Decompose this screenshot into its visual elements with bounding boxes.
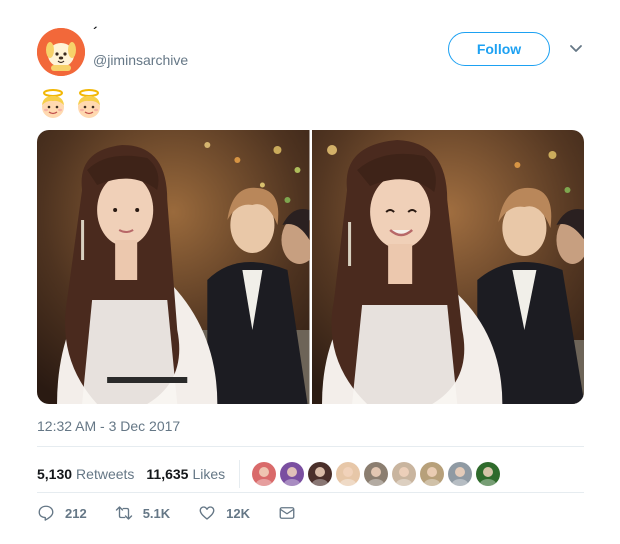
likes-label[interactable]: Likes — [192, 466, 225, 482]
angel-face-emoji-icon — [42, 89, 64, 118]
reply-count: 212 — [65, 505, 87, 521]
follow-button[interactable]: Follow — [448, 32, 550, 66]
angel-face-emoji-icon — [78, 89, 100, 118]
retweet-icon — [115, 506, 132, 520]
liker-avatar[interactable] — [280, 462, 305, 486]
display-name[interactable]: ´ — [93, 24, 98, 40]
reply-icon — [38, 505, 54, 521]
heart-icon — [199, 506, 215, 520]
liker-avatar[interactable] — [448, 462, 473, 486]
retweets-count[interactable]: 5,130 — [37, 466, 72, 482]
reply-button[interactable]: 212 — [37, 504, 87, 522]
chevron-down-icon[interactable] — [568, 40, 584, 56]
liker-avatar[interactable] — [252, 462, 277, 486]
avatar-dog-icon — [37, 28, 85, 76]
avatar[interactable] — [37, 28, 85, 76]
retweets-label[interactable]: Retweets — [76, 466, 134, 482]
direct-message-button[interactable] — [278, 504, 306, 522]
tweet-card: ´ @jiminsarchive Follow 12:32 AM - 3 Dec… — [0, 0, 620, 544]
liker-avatar[interactable] — [420, 462, 445, 486]
liker-avatar[interactable] — [476, 462, 501, 486]
stats-separator — [239, 460, 241, 488]
like-button[interactable]: 12K — [198, 504, 250, 522]
retweet-button[interactable]: 5.1K — [115, 504, 170, 522]
tweet-timestamp[interactable]: 12:32 AM - 3 Dec 2017 — [37, 418, 180, 434]
divider — [37, 492, 584, 493]
liker-avatar[interactable] — [336, 462, 361, 486]
tweet-media — [37, 130, 584, 404]
like-count: 12K — [226, 505, 251, 521]
retweet-count: 5.1K — [142, 505, 171, 521]
photo-2[interactable] — [311, 130, 584, 404]
tweet-actions: 212 5.1K 12K — [37, 504, 306, 522]
liker-avatars — [252, 462, 501, 486]
liker-avatar[interactable] — [364, 462, 389, 486]
handle[interactable]: @jiminsarchive — [93, 52, 188, 68]
photo-1[interactable] — [37, 130, 310, 404]
liker-avatar[interactable] — [308, 462, 333, 486]
tweet-text — [37, 88, 105, 120]
envelope-icon — [279, 507, 295, 519]
engagement-stats: 5,130 Retweets 11,635 Likes — [37, 460, 501, 488]
divider — [37, 446, 584, 447]
liker-avatar[interactable] — [392, 462, 417, 486]
likes-count[interactable]: 11,635 — [146, 466, 188, 482]
